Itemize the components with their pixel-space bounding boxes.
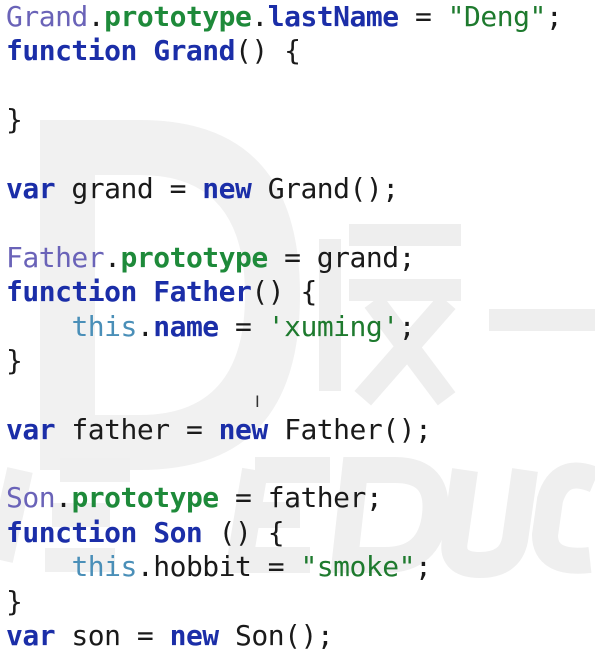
- code-token: () {: [251, 275, 317, 309]
- code-token: prototype: [120, 240, 269, 274]
- code-token: Son: [6, 481, 56, 515]
- code-token: new: [218, 412, 269, 446]
- code-line[interactable]: }: [6, 585, 562, 619]
- code-token: }: [6, 343, 23, 377]
- code-token: Grand();: [251, 171, 399, 205]
- code-line[interactable]: Son.prototype = father;: [6, 481, 562, 515]
- code-token: = grand;: [267, 240, 415, 274]
- code-line[interactable]: }: [6, 344, 562, 378]
- code-token: function: [6, 275, 137, 309]
- code-token: ;: [398, 309, 416, 343]
- code-token: "Deng": [447, 0, 547, 33]
- code-line[interactable]: var grand = new Grand();: [6, 172, 562, 206]
- code-token: prototype: [71, 481, 219, 515]
- code-token: Father: [6, 240, 105, 274]
- code-token: this: [71, 550, 137, 584]
- code-token: Son: [153, 515, 203, 549]
- code-token: new: [202, 171, 252, 205]
- code-line[interactable]: function Son () {: [6, 516, 562, 550]
- code-token: Father: [153, 275, 252, 309]
- code-token: .: [55, 481, 72, 515]
- code-token: =: [218, 309, 268, 343]
- code-line[interactable]: this.name = 'xuming';: [6, 310, 562, 344]
- code-token: .: [136, 309, 154, 343]
- code-token: .: [87, 0, 105, 33]
- code-token: .: [104, 240, 121, 274]
- code-token: 'xuming': [267, 309, 399, 343]
- code-token: }: [6, 103, 23, 137]
- code-line[interactable]: }: [6, 103, 562, 137]
- code-token: name: [153, 309, 219, 343]
- code-line[interactable]: [6, 69, 562, 103]
- code-token: .: [251, 0, 268, 33]
- code-token: Son();: [218, 619, 334, 653]
- code-line[interactable]: this.hobbit = "smoke";: [6, 550, 562, 584]
- code-token: function: [6, 515, 137, 549]
- code-token: lastName: [267, 0, 399, 33]
- code-token: new: [169, 619, 220, 653]
- code-line[interactable]: Grand.prototype.lastName = "Deng";: [6, 0, 563, 34]
- code-token: () {: [202, 515, 285, 549]
- code-token: Grand: [6, 0, 88, 33]
- code-token: this: [71, 309, 137, 343]
- code-token: var: [6, 171, 56, 205]
- code-token: }: [6, 584, 23, 618]
- code-token: () {: [235, 34, 301, 68]
- code-token: .hobbit =: [136, 550, 301, 584]
- code-line[interactable]: [6, 206, 562, 240]
- code-token: Grand: [153, 34, 236, 68]
- code-token: son =: [55, 619, 170, 653]
- code-token: ;: [414, 550, 432, 584]
- code-token: prototype: [104, 0, 252, 33]
- code-line[interactable]: [6, 447, 562, 481]
- code-line[interactable]: var son = new Son();: [6, 619, 562, 653]
- code-line[interactable]: function Father() {: [6, 275, 562, 309]
- code-token: = father;: [218, 481, 383, 515]
- code-token: "smoke": [300, 550, 415, 584]
- code-line[interactable]: Father.prototype = grand;: [6, 241, 562, 275]
- code-token: father =: [55, 412, 219, 446]
- code-line[interactable]: var father = new Father();: [6, 413, 562, 447]
- code-block[interactable]: Grand.prototype.lastName = "Deng"; functi…: [6, 0, 563, 653]
- code-token: =: [398, 0, 448, 33]
- text-cursor-icon: I: [255, 392, 260, 411]
- code-token: var: [6, 619, 56, 653]
- code-token: var: [6, 412, 56, 446]
- code-token: Father();: [267, 412, 432, 446]
- code-line[interactable]: [6, 378, 562, 412]
- code-token: ;: [545, 0, 563, 33]
- code-token: grand =: [55, 171, 203, 205]
- code-line[interactable]: [6, 138, 562, 172]
- code-token: function: [6, 34, 137, 68]
- code-line[interactable]: function Grand() {: [6, 34, 562, 68]
- code-editor[interactable]: Grand.prototype.lastName = "Deng"; functi…: [0, 0, 595, 654]
